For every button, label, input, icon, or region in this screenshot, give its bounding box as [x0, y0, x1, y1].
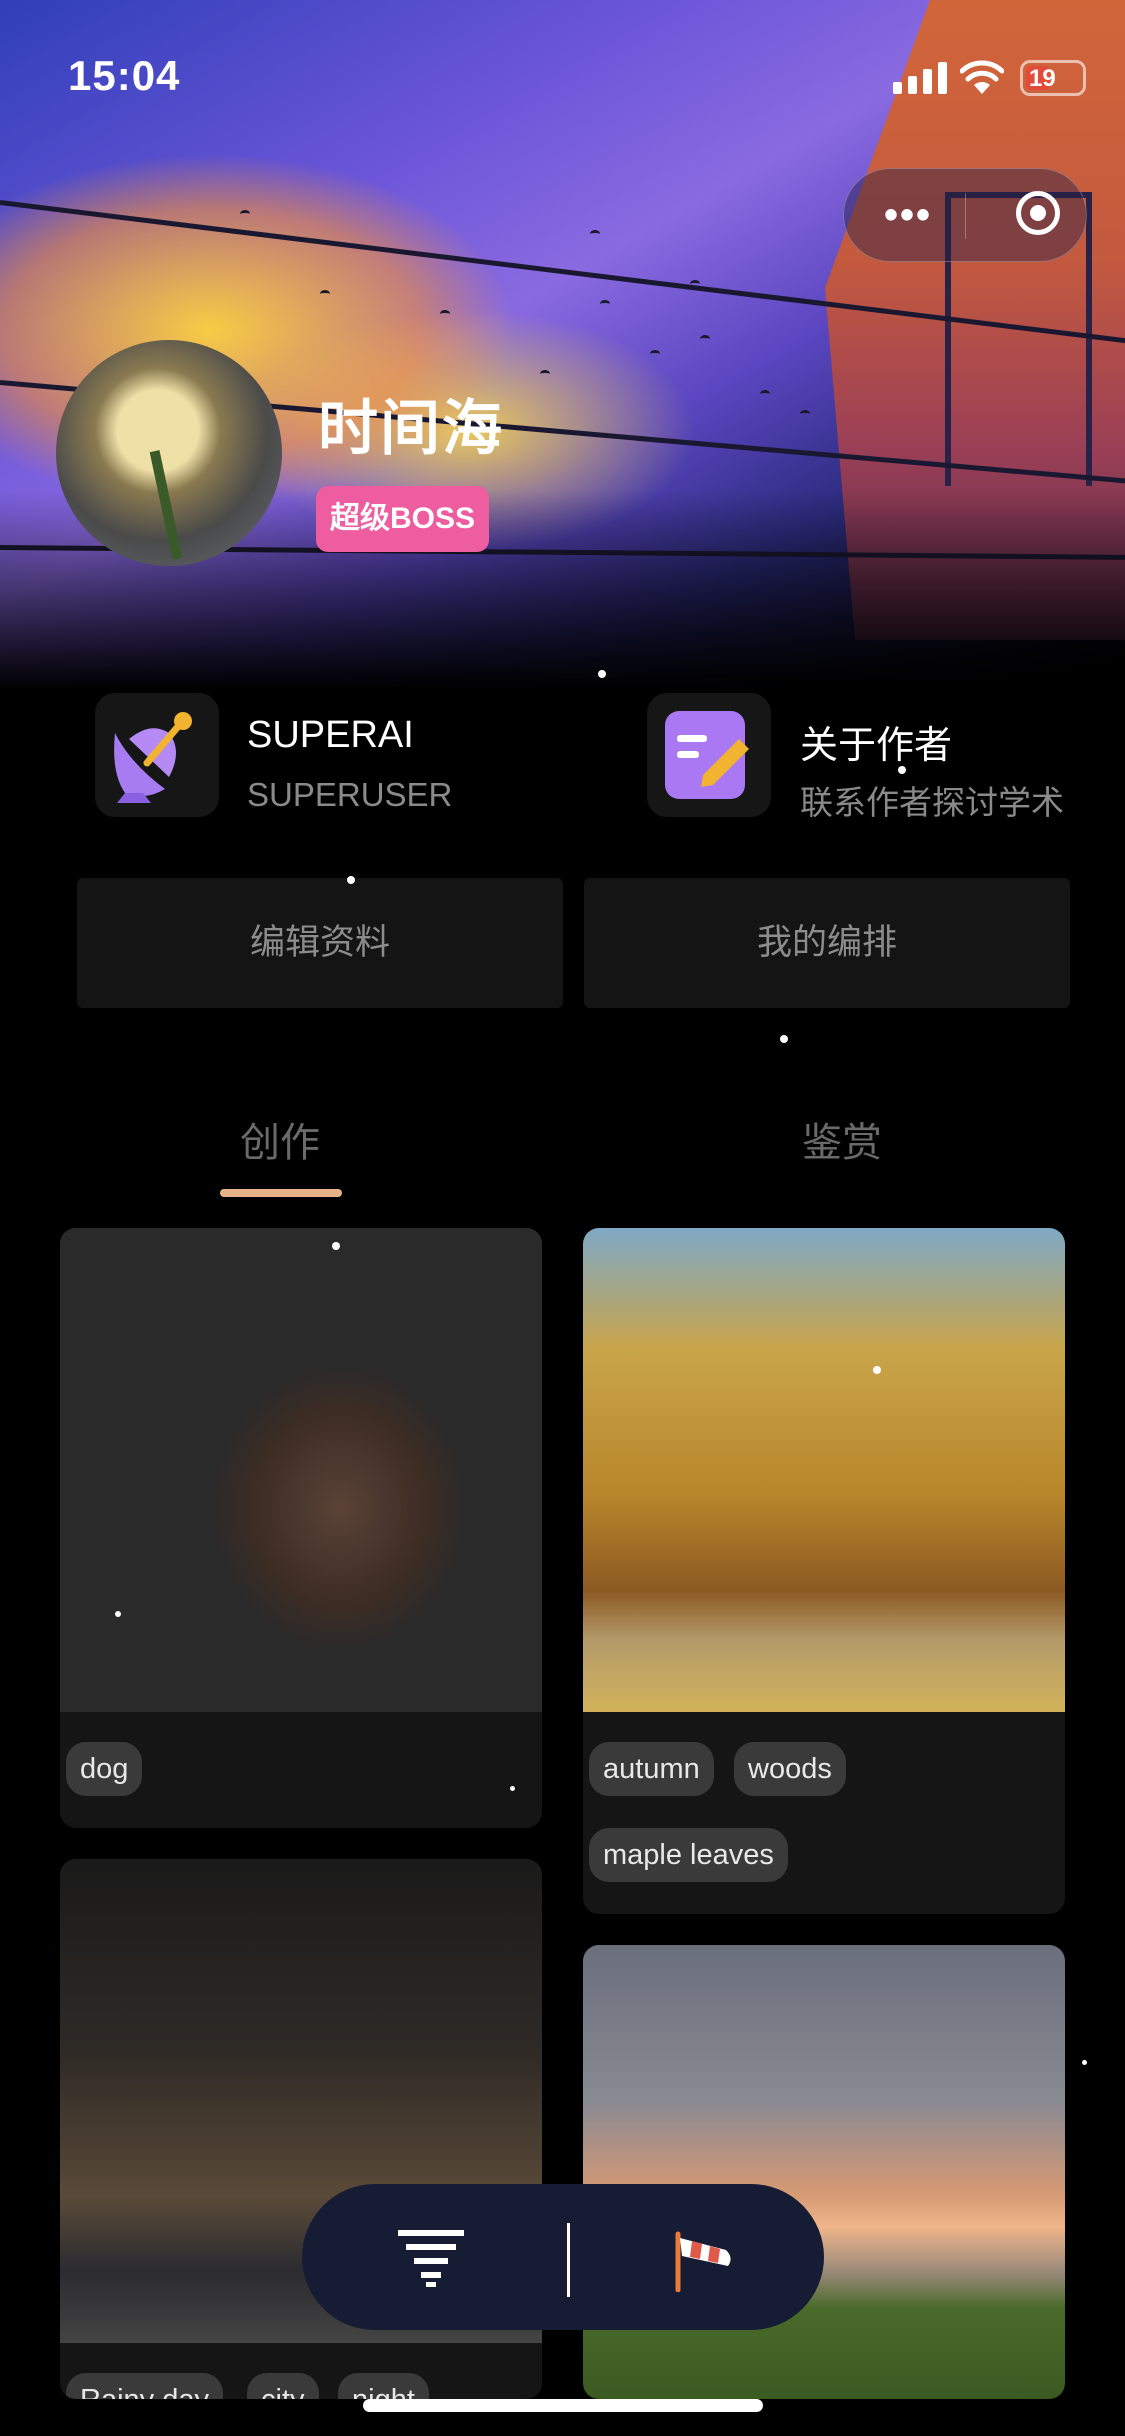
bird — [240, 210, 250, 218]
feature-superai-subtitle: SUPERUSER — [247, 776, 453, 813]
filter-icon[interactable] — [398, 2230, 464, 2288]
tag[interactable]: dog — [66, 1742, 143, 1796]
bird — [320, 290, 330, 298]
card-image-dog — [60, 1228, 542, 1712]
tab-create[interactable]: 创作 — [240, 1110, 320, 1168]
sparkle — [780, 1035, 788, 1043]
miniprogram-capsule: ••• — [843, 168, 1087, 262]
sparkle — [898, 766, 906, 774]
card-image-sunset-field — [583, 1945, 1065, 2399]
sparkle — [510, 1786, 515, 1791]
sparkle — [115, 1611, 121, 1617]
bird — [690, 280, 700, 288]
bird — [800, 410, 810, 418]
wifi-icon — [960, 60, 1004, 94]
bird — [590, 230, 600, 238]
close-target-icon[interactable] — [1016, 191, 1060, 235]
gallery-card[interactable] — [583, 1945, 1065, 2399]
feature-about-author-subtitle: 联系作者探讨学术 — [800, 784, 1064, 821]
tag[interactable]: night — [338, 2373, 429, 2399]
avatar[interactable] — [56, 340, 282, 566]
feature-about-author[interactable] — [647, 693, 771, 817]
windsock-icon[interactable] — [670, 2228, 736, 2292]
home-indicator — [363, 2399, 763, 2412]
satellite-dish-icon — [114, 712, 192, 803]
feature-about-author-title: 关于作者 — [800, 725, 953, 767]
battery-icon: 19 — [1020, 60, 1086, 96]
sparkle — [1082, 2060, 1087, 2065]
tag[interactable]: woods — [734, 1742, 846, 1796]
feature-superai[interactable] — [95, 693, 219, 817]
bird — [540, 370, 550, 378]
tab-appreciate[interactable]: 鉴赏 — [802, 1110, 882, 1168]
floating-action-bar — [302, 2184, 824, 2330]
tag[interactable]: autumn — [589, 1742, 714, 1796]
my-arrangement-button[interactable]: 我的编排 — [584, 878, 1070, 1008]
sparkle — [598, 670, 606, 678]
more-options-icon[interactable]: ••• — [884, 195, 932, 235]
bird — [700, 335, 710, 343]
capsule-divider — [965, 193, 966, 239]
profile-name: 时间海 — [318, 395, 504, 462]
bird — [760, 390, 770, 398]
bird — [440, 310, 450, 318]
tag[interactable]: city — [247, 2373, 319, 2399]
note-edit-icon — [665, 711, 749, 799]
gallery-card[interactable]: autumn woods maple leaves — [583, 1228, 1065, 1914]
fab-divider — [567, 2223, 570, 2297]
status-time: 15:04 — [68, 52, 181, 99]
bird — [600, 300, 610, 308]
edit-profile-button[interactable]: 编辑资料 — [77, 878, 563, 1008]
card-image-autumn-woods — [583, 1228, 1065, 1712]
status-badge: 超级BOSS — [316, 486, 490, 552]
bird — [650, 350, 660, 358]
battery-percent: 19 — [1029, 65, 1056, 92]
cellular-signal-icon — [893, 62, 947, 94]
feature-superai-title: SUPERAI — [247, 714, 414, 756]
sparkle — [332, 1242, 340, 1250]
active-tab-indicator — [220, 1189, 342, 1197]
gallery-card[interactable]: dog — [60, 1228, 542, 1828]
sparkle — [873, 1366, 881, 1374]
tag[interactable]: Rainy day — [66, 2373, 223, 2399]
tag[interactable]: maple leaves — [589, 1828, 788, 1882]
sparkle — [347, 876, 355, 884]
